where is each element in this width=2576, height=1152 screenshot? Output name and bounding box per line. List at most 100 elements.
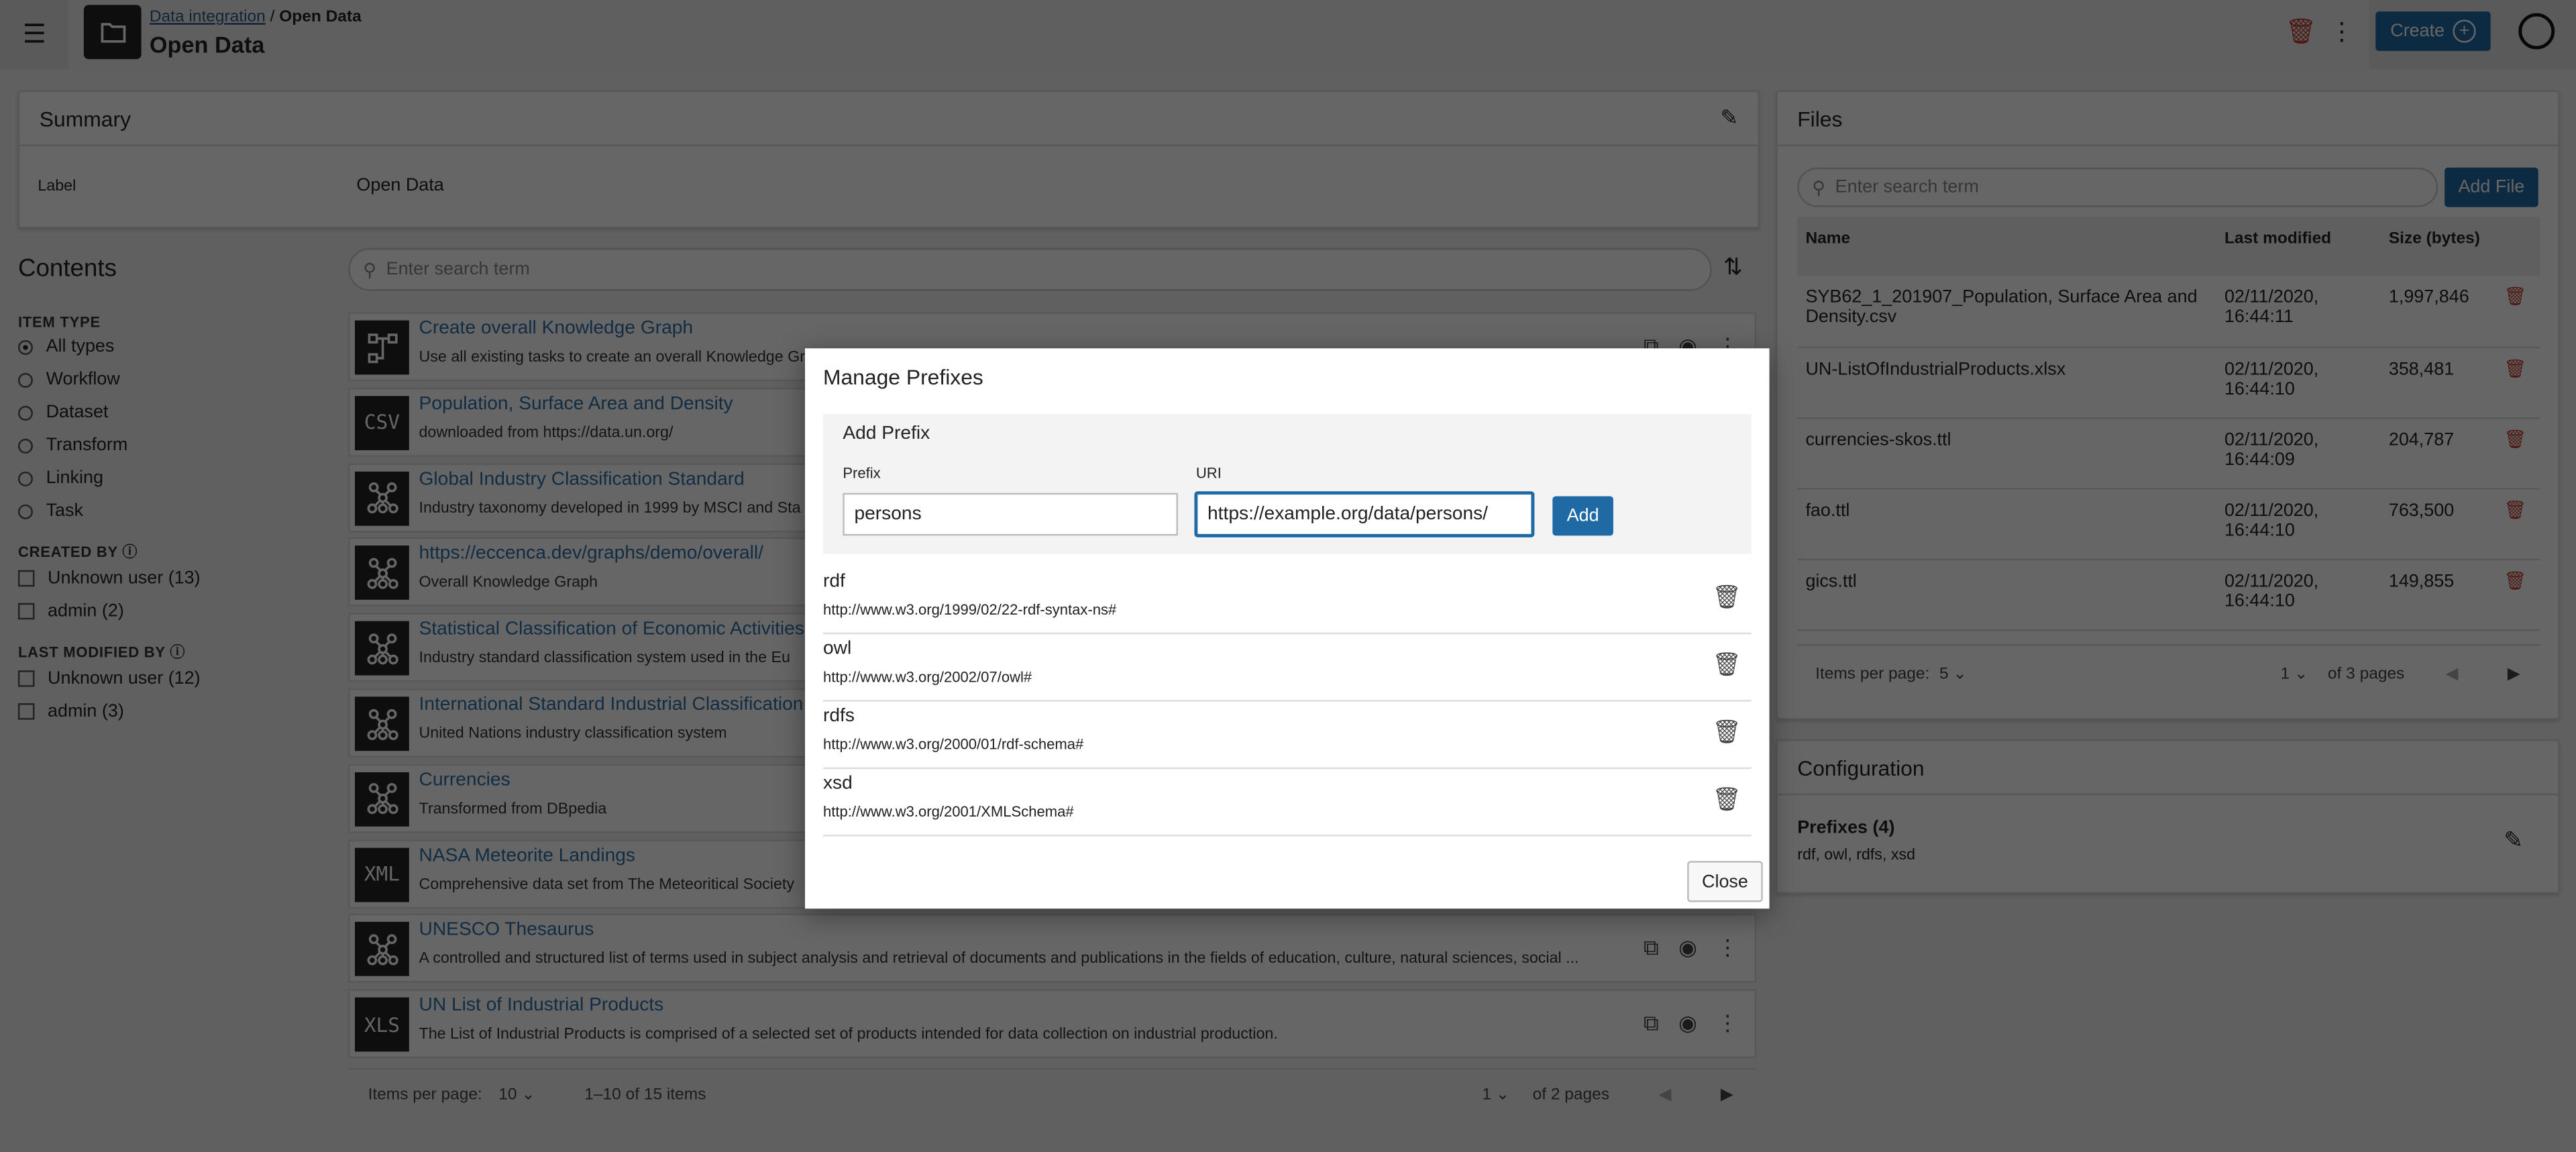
- clone-icon[interactable]: ⧉: [1644, 935, 1659, 961]
- view-icon[interactable]: ◉: [1678, 935, 1697, 961]
- file-name[interactable]: currencies-skos.ttl: [1797, 417, 2216, 488]
- files-search-input[interactable]: ⚲ Enter search term: [1797, 167, 2438, 207]
- prefixes-list: rdf, owl, rdfs, xsd: [1797, 846, 1916, 865]
- filter-item-type-option[interactable]: Transform: [17, 429, 201, 462]
- radio-button[interactable]: [17, 470, 33, 486]
- file-name[interactable]: fao.ttl: [1797, 488, 2216, 558]
- graph-icon: [354, 696, 409, 751]
- prefix-row: rdfs http://www.w3.org/2000/01/rdf-schema…: [822, 702, 1752, 770]
- delete-file-icon[interactable]: 🗑: [2496, 417, 2540, 488]
- list-item[interactable]: XLS UN List of Industrial Products The Lis…: [348, 989, 1756, 1059]
- prefix-input[interactable]: persons: [843, 492, 1178, 536]
- item-title-link[interactable]: UN List of Industrial Products: [419, 996, 663, 1016]
- list-item[interactable]: UNESCO Thesaurus A controlled and structu…: [348, 914, 1756, 984]
- app-header: ☰ Data integration / Open Data Open Data…: [0, 0, 2576, 69]
- items-per-page-select[interactable]: 5 ⌄: [1939, 665, 1967, 683]
- xml-icon: XML: [354, 847, 409, 902]
- delete-prefix-icon[interactable]: 🗑: [1712, 651, 1741, 679]
- delete-prefix-icon[interactable]: 🗑: [1712, 718, 1741, 746]
- delete-prefix-icon[interactable]: 🗑: [1712, 583, 1741, 611]
- filter-item-type-option[interactable]: Dataset: [17, 396, 201, 429]
- radio-button[interactable]: [17, 339, 33, 354]
- item-title-link[interactable]: Global Industry Classification Standard: [419, 469, 744, 488]
- uri-input[interactable]: https://example.org/data/persons/: [1194, 491, 1535, 537]
- file-name[interactable]: UN-ListOfIndustrialProducts.xlsx: [1797, 347, 2216, 417]
- radio-button[interactable]: [17, 405, 33, 420]
- option-label: admin (2): [48, 601, 124, 621]
- file-name[interactable]: gics.ttl: [1797, 559, 2216, 629]
- close-button[interactable]: Close: [1687, 861, 1763, 902]
- table-row: currencies-skos.ttl 02/11/2020, 16:44:09 2…: [1797, 417, 2540, 488]
- item-title-link[interactable]: https://eccenca.dev/graphs/demo/overall/: [419, 545, 763, 564]
- filter-last-modified-by-option[interactable]: Unknown user (12): [17, 662, 201, 695]
- checkbox[interactable]: [17, 703, 35, 720]
- delete-file-icon[interactable]: 🗑: [2496, 488, 2540, 558]
- add-prefix-button[interactable]: Add: [1552, 496, 1613, 536]
- clone-icon[interactable]: ⧉: [1644, 1011, 1659, 1037]
- item-title-link[interactable]: Statistical Classification of Economic A…: [419, 620, 804, 639]
- delete-file-icon[interactable]: 🗑: [2496, 559, 2540, 629]
- prefix-uri: http://www.w3.org/2002/07/owl#: [822, 668, 1032, 686]
- more-menu-icon[interactable]: ⋮: [1717, 1011, 1738, 1037]
- sort-icon[interactable]: ⇅: [1723, 253, 1743, 281]
- radio-button[interactable]: [17, 372, 33, 387]
- search-placeholder: Enter search term: [386, 259, 530, 280]
- more-menu-icon[interactable]: ⋮: [1717, 935, 1738, 961]
- prev-page-icon[interactable]: ◀: [2446, 665, 2459, 683]
- filter-item-type-option[interactable]: Workflow: [17, 363, 201, 396]
- option-label: Transform: [46, 435, 128, 456]
- item-title-link[interactable]: Population, Surface Area and Density: [419, 394, 733, 413]
- menu-icon[interactable]: ☰: [0, 0, 69, 69]
- item-title-link[interactable]: Currencies: [419, 770, 510, 790]
- next-page-icon[interactable]: ▶: [1721, 1086, 1733, 1104]
- col-name[interactable]: Name: [1797, 217, 2216, 276]
- filter-created-by-option[interactable]: admin (2): [17, 595, 201, 628]
- create-button[interactable]: Create +: [2375, 11, 2491, 51]
- breadcrumb-parent-link[interactable]: Data integration: [150, 8, 266, 26]
- user-avatar-icon[interactable]: [2518, 13, 2555, 50]
- graph-icon: [354, 772, 409, 827]
- contents-search-input[interactable]: ⚲ Enter search term: [348, 248, 1712, 291]
- view-icon[interactable]: ◉: [1678, 1011, 1697, 1037]
- add-prefix-section: Add Prefix Prefix URI persons https://ex…: [822, 414, 1752, 554]
- files-pagination: Items per page: 5 ⌄ 1 ⌄ of 3 pages ◀ ▶: [1797, 644, 2540, 702]
- filter-item-type-option[interactable]: All types: [17, 330, 201, 363]
- col-size[interactable]: Size (bytes): [2381, 217, 2496, 276]
- item-title-link[interactable]: Create overall Knowledge Graph: [419, 319, 693, 338]
- prev-page-icon[interactable]: ◀: [1658, 1086, 1671, 1104]
- breadcrumb-separator: /: [270, 8, 275, 27]
- more-menu-icon[interactable]: ⋮: [2330, 16, 2355, 46]
- filter-item-type-option[interactable]: Linking: [17, 462, 201, 494]
- page-select[interactable]: 1 ⌄: [2281, 665, 2308, 683]
- items-per-page-select[interactable]: 10 ⌄: [498, 1086, 535, 1104]
- item-title-link[interactable]: International Standard Industrial Classi…: [419, 695, 803, 715]
- delete-prefix-icon[interactable]: 🗑: [1712, 786, 1741, 814]
- delete-project-icon[interactable]: 🗑: [2286, 16, 2317, 46]
- checkbox[interactable]: [17, 570, 35, 587]
- contents-title: Contents: [17, 254, 117, 283]
- edit-prefixes-icon[interactable]: ✎: [2504, 827, 2523, 855]
- checkbox[interactable]: [17, 603, 35, 620]
- breadcrumb: Data integration / Open Data: [150, 8, 362, 26]
- option-label: All types: [46, 337, 115, 357]
- next-page-icon[interactable]: ▶: [2508, 665, 2520, 683]
- checkbox[interactable]: [17, 670, 35, 687]
- col-last-modified[interactable]: Last modified: [2216, 217, 2381, 276]
- prefix-uri: http://www.w3.org/2000/01/rdf-schema#: [822, 736, 1084, 753]
- file-size: 149,855: [2388, 571, 2455, 591]
- delete-file-icon[interactable]: 🗑: [2496, 276, 2540, 346]
- filter-created-by-option[interactable]: Unknown user (13): [17, 562, 201, 595]
- add-file-button[interactable]: Add File: [2445, 167, 2538, 207]
- file-name[interactable]: SYB62_1_201907_Population, Surface Area …: [1797, 276, 2216, 346]
- page-select[interactable]: 1 ⌄: [1482, 1086, 1509, 1104]
- edit-summary-icon[interactable]: ✎: [1720, 105, 1738, 132]
- delete-file-icon[interactable]: 🗑: [2496, 347, 2540, 417]
- radio-button[interactable]: [17, 437, 33, 453]
- table-row: UN-ListOfIndustrialProducts.xlsx 02/11/20…: [1797, 347, 2540, 418]
- filter-last-modified-by-option[interactable]: admin (3): [17, 695, 201, 728]
- filter-item-type-option[interactable]: Task: [17, 494, 201, 527]
- prefix-name: rdf: [822, 572, 845, 592]
- item-title-link[interactable]: NASA Meteorite Landings: [419, 845, 635, 865]
- radio-button[interactable]: [17, 503, 33, 519]
- item-title-link[interactable]: UNESCO Thesaurus: [419, 921, 594, 940]
